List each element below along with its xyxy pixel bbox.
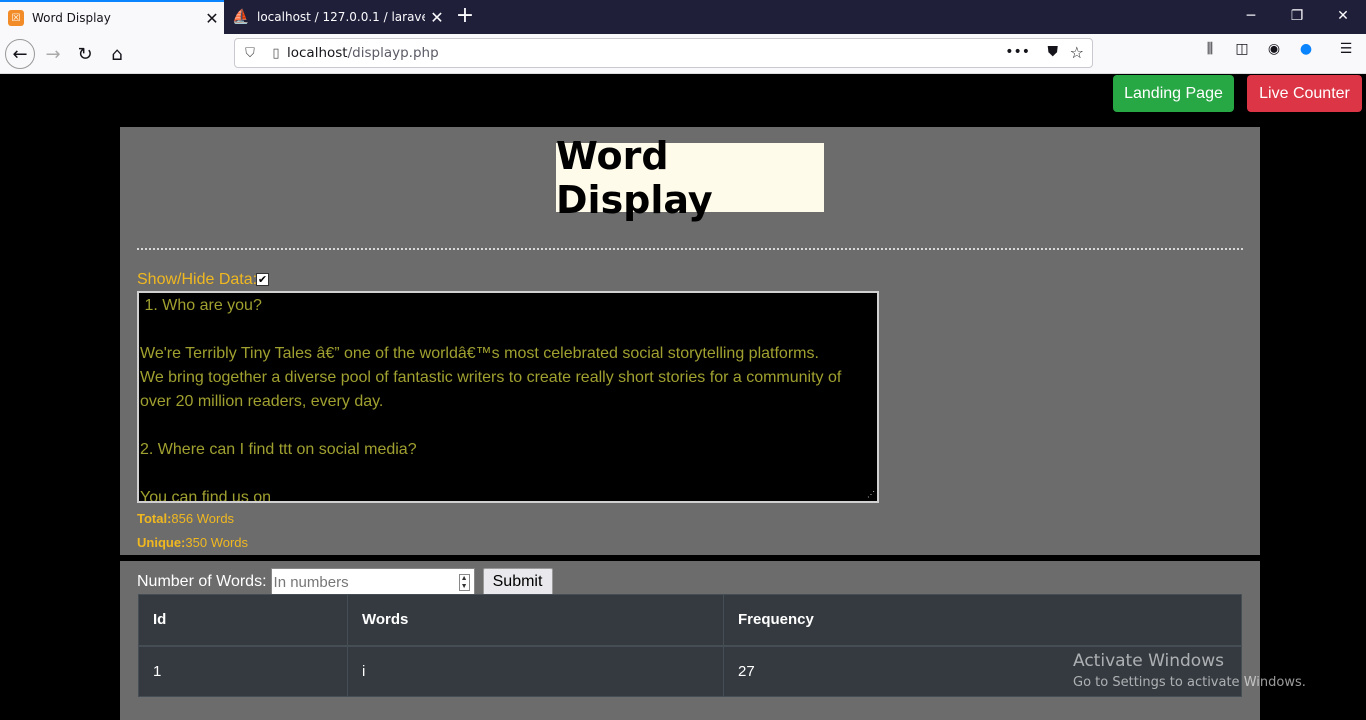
close-tab-icon[interactable]: ✕ [425,8,449,27]
number-of-words-label: Number of Words: [137,573,267,590]
menu-icon[interactable]: ☰ [1336,39,1356,59]
display-panel: Word Display Show/Hide Data: ✔ 1. Who ar… [120,127,1260,555]
landing-page-button[interactable]: Landing Page [1113,75,1234,112]
library-icon[interactable]: ⫼ [1200,39,1220,59]
account-icon[interactable]: ◉ [1264,39,1284,59]
total-value: 856 Words [171,511,235,526]
new-tab-icon[interactable]: + [452,4,478,30]
watermark-title: Activate Windows [1073,651,1224,671]
total-count: Total:856 Words [137,511,234,526]
header-frequency: Frequency [723,594,1242,647]
textarea-text: 1. Who are you? We're Terribly Tiny Tale… [140,297,842,503]
browser-tab-bar: ☒ Word Display ✕ ⛵ localhost / 127.0.0.1… [0,0,1366,34]
unique-label: Unique: [137,535,186,550]
home-icon[interactable]: ⌂ [102,39,132,69]
watermark-subtitle: Go to Settings to activate Windows. [1073,675,1306,690]
shield-icon: ⛉ [245,45,255,61]
url-path: /displayp.php [347,45,439,61]
tab-title: localhost / 127.0.0.1 / larave / w [257,10,425,24]
divider [137,248,1243,250]
tab-phpmyadmin[interactable]: ⛵ localhost / 127.0.0.1 / larave / w ✕ [225,0,449,34]
extension-icon[interactable]: ● [1296,39,1316,59]
show-hide-checkbox[interactable]: ✔ [256,273,269,286]
words-panel: Number of Words: In numbers ▲ ▼ Submit Id… [120,561,1260,720]
url-bar[interactable]: ⛉ ▯ localhost/displayp.php ••• ⛊ ☆ [234,38,1093,68]
restore-icon[interactable]: ❐ [1274,0,1320,32]
xampp-icon: ☒ [8,10,24,26]
tab-word-display[interactable]: ☒ Word Display ✕ [0,0,224,34]
page-actions-icon[interactable]: ••• [1005,44,1030,60]
spinner-icon[interactable]: ▲ ▼ [458,574,470,591]
unique-count: Unique:350 Words [137,535,248,550]
pocket-icon[interactable]: ⛊ [1048,44,1059,60]
submit-button[interactable]: Submit [482,568,553,596]
bookmark-star-icon[interactable]: ☆ [1070,43,1084,62]
browser-nav-bar: ← → ↻ ⌂ ⛉ ▯ localhost/displayp.php ••• ⛊… [0,34,1366,74]
word-count-form: Number of Words: In numbers ▲ ▼ Submit [137,568,553,596]
tab-title: Word Display [32,11,111,25]
header-id: Id [138,594,348,647]
phpmyadmin-icon: ⛵ [232,9,250,25]
minimize-icon[interactable]: ─ [1228,0,1274,32]
header-words: Words [347,594,724,647]
input-placeholder: In numbers [273,573,349,591]
close-window-icon[interactable]: ✕ [1320,0,1366,32]
table-header-row: Id Words Frequency [138,594,1242,647]
page-content: Landing Page Live Counter Word Display S… [0,75,1366,720]
reload-icon[interactable]: ↻ [70,39,100,69]
live-counter-button[interactable]: Live Counter [1247,75,1362,112]
activate-windows-watermark: Activate Windows Go to Settings to activ… [1073,651,1306,690]
number-of-words-input[interactable]: In numbers ▲ ▼ [270,568,475,596]
page-icon: ▯ [272,45,280,61]
page-title: Word Display [556,134,824,222]
forward-icon[interactable]: → [38,39,68,69]
back-icon[interactable]: ← [5,39,35,69]
url-host: localhost [287,45,348,61]
total-label: Total: [137,511,172,526]
unique-value: 350 Words [185,535,249,550]
close-tab-icon[interactable]: ✕ [200,9,224,28]
cell-id: 1 [138,645,348,697]
show-hide-label: Show/Hide Data: [137,271,258,288]
data-textarea[interactable]: 1. Who are you? We're Terribly Tiny Tale… [137,291,879,503]
resize-grip-icon[interactable]: ⋰ [867,491,875,499]
cell-word: i [347,645,724,697]
sidebar-icon[interactable]: ◫ [1232,39,1252,59]
